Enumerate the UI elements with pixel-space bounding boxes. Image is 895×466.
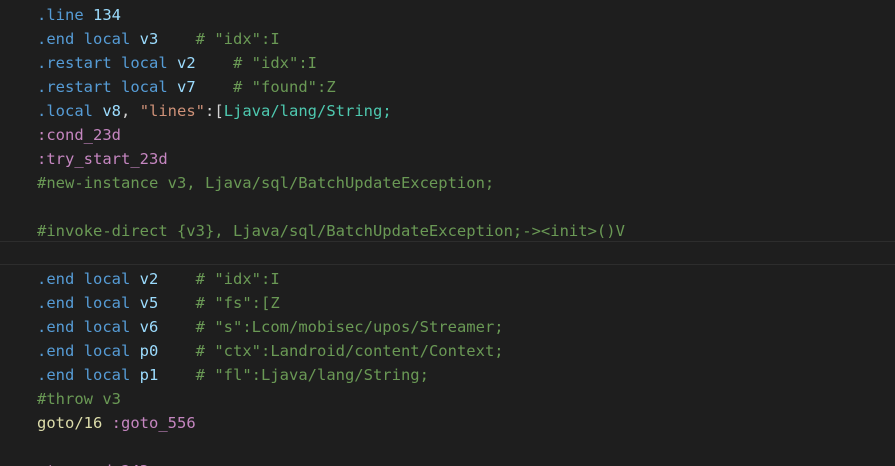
code-token: # "fl":Ljava/lang/String; xyxy=(195,366,429,384)
code-line[interactable]: .end local v6 # "s":Lcom/mobisec/upos/St… xyxy=(37,315,504,339)
code-editor[interactable]: .line 134 .end local v3 # "idx":I .restart… xyxy=(0,0,895,466)
code-line[interactable]: :cond_23d xyxy=(37,123,121,147)
code-line[interactable]: .local v8, "lines":[Ljava/lang/String; xyxy=(37,99,392,123)
code-token: goto/16 xyxy=(37,414,103,432)
code-token: p1 xyxy=(139,366,159,384)
code-token: v8 xyxy=(102,102,122,120)
code-line[interactable]: .end local p1 # "fl":Ljava/lang/String; xyxy=(37,363,429,387)
code-token: , xyxy=(121,102,140,120)
code-token: :try_end_243 xyxy=(37,462,149,466)
code-token: # "fs":[Z xyxy=(195,294,280,312)
code-token: v3 xyxy=(139,30,159,48)
code-token: v6 xyxy=(139,318,159,336)
code-line[interactable]: .end local v5 # "fs":[Z xyxy=(37,291,280,315)
code-token: # "idx":I xyxy=(195,270,280,288)
code-token: .line xyxy=(37,6,84,24)
code-token: .end local xyxy=(37,294,131,312)
code-token: p0 xyxy=(139,342,159,360)
code-token: #invoke-direct {v3}, Ljava/sql/BatchUpda… xyxy=(37,222,625,240)
code-token: 134 xyxy=(93,6,122,24)
code-line[interactable]: :try_end_243 xyxy=(37,459,149,466)
code-line[interactable]: .end local v2 # "idx":I xyxy=(37,267,280,291)
code-token: # "ctx":Landroid/content/Context; xyxy=(195,342,504,360)
code-token: .end local xyxy=(37,30,131,48)
code-token: v2 xyxy=(177,54,196,72)
code-line[interactable]: .restart local v7 # "found":Z xyxy=(37,75,336,99)
code-token: :cond_23d xyxy=(37,126,121,144)
code-token: Ljava/lang/String; xyxy=(223,102,392,120)
code-token: :goto_556 xyxy=(111,414,196,432)
code-token: :[ xyxy=(205,102,224,120)
code-token: # "s":Lcom/mobisec/upos/Streamer; xyxy=(195,318,504,336)
code-token: v5 xyxy=(139,294,159,312)
code-token: # "found":Z xyxy=(233,78,336,96)
code-line[interactable]: .restart local v2 # "idx":I xyxy=(37,51,317,75)
code-line[interactable]: .line 134 xyxy=(37,3,121,27)
code-token: # "idx":I xyxy=(195,30,280,48)
code-token: .end local xyxy=(37,270,131,288)
code-line[interactable]: #invoke-direct {v3}, Ljava/sql/BatchUpda… xyxy=(37,219,625,243)
code-token: # "idx":I xyxy=(233,54,317,72)
code-line[interactable]: #throw v3 xyxy=(37,387,121,411)
code-token: .end local xyxy=(37,366,131,384)
current-line-highlight xyxy=(0,241,895,265)
code-token: .end local xyxy=(37,342,131,360)
code-token: v7 xyxy=(177,78,196,96)
code-token: :try_start_23d xyxy=(37,150,168,168)
code-token: #throw v3 xyxy=(37,390,121,408)
code-token: "lines" xyxy=(139,102,206,120)
code-token: #new-instance v3, Ljava/sql/BatchUpdateE… xyxy=(37,174,495,192)
code-line[interactable]: :try_start_23d xyxy=(37,147,168,171)
code-line[interactable]: .end local v3 # "idx":I xyxy=(37,27,280,51)
code-line[interactable]: goto/16 :goto_556 xyxy=(37,411,196,435)
code-token: .restart local xyxy=(37,78,168,96)
code-token: .local xyxy=(37,102,93,120)
code-line[interactable]: #new-instance v3, Ljava/sql/BatchUpdateE… xyxy=(37,171,494,195)
code-token: .restart local xyxy=(37,54,168,72)
code-token: .end local xyxy=(37,318,131,336)
code-token: v2 xyxy=(139,270,159,288)
code-line[interactable]: .end local p0 # "ctx":Landroid/content/C… xyxy=(37,339,504,363)
